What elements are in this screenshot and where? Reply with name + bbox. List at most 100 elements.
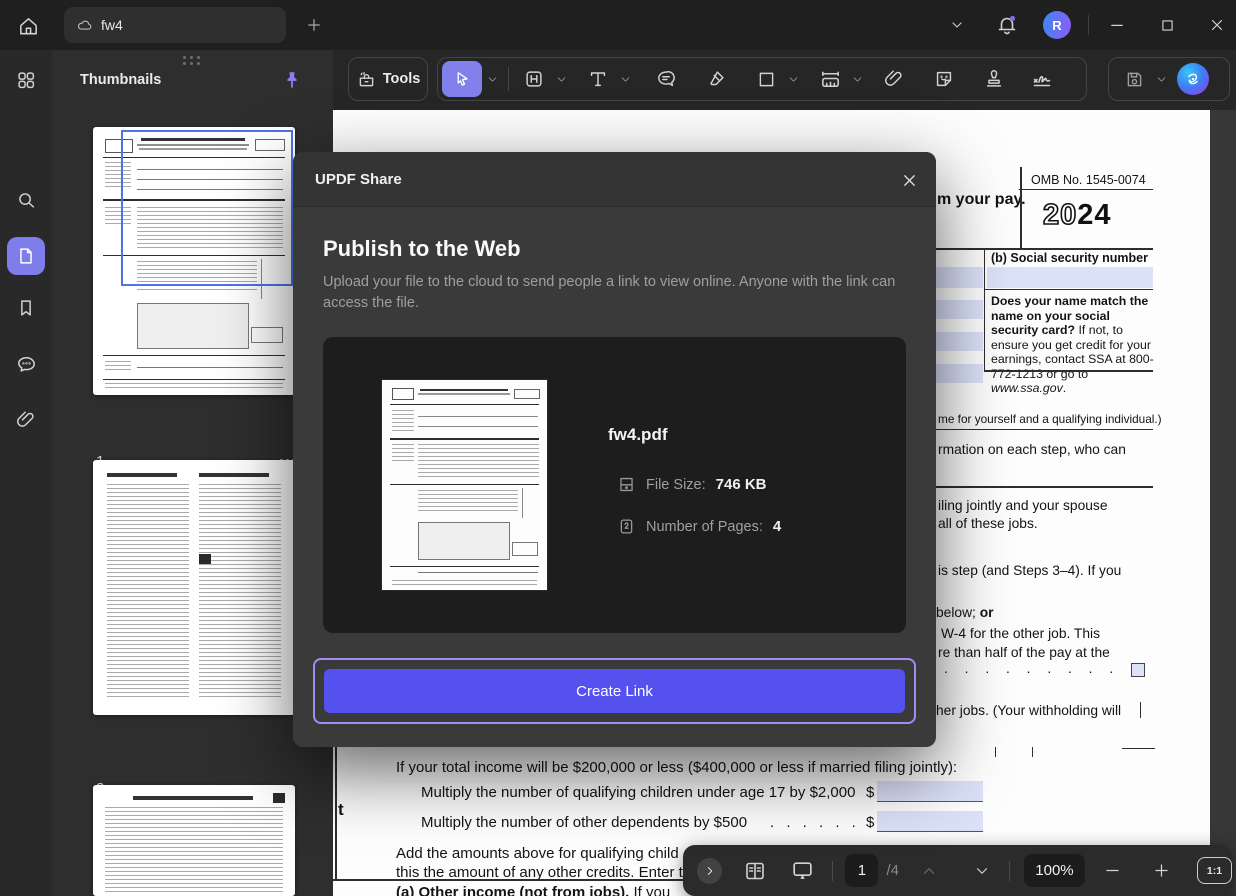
zoom-out-button[interactable] [1099, 858, 1126, 884]
page-thumbnail-3[interactable] [93, 785, 295, 896]
square-icon [756, 69, 777, 90]
left-rail [0, 50, 52, 896]
page-thumbnail-2[interactable] [93, 460, 295, 715]
select-tool-button[interactable] [442, 61, 482, 97]
save-dropdown[interactable] [1153, 62, 1169, 96]
thumbnail-sketch [93, 785, 295, 896]
dialog-close-button[interactable] [895, 166, 923, 194]
toolbar-divider [508, 67, 509, 91]
ai-icon [1183, 69, 1203, 89]
form-field[interactable] [936, 267, 983, 288]
pdf-text-fragment: below; or [936, 605, 994, 620]
stamp-icon [983, 68, 1005, 90]
comment-tool-button[interactable] [649, 62, 683, 96]
form-checkbox[interactable] [1131, 663, 1145, 677]
comments-panel-button[interactable] [7, 345, 45, 383]
next-page-button[interactable] [968, 858, 995, 884]
text-tool-button[interactable] [581, 62, 615, 96]
pin-panel-button[interactable] [278, 66, 306, 94]
page-thumbnail-1[interactable] [93, 127, 295, 395]
search-button[interactable] [7, 181, 45, 219]
thumbnails-panel: Thumbnails [52, 50, 333, 896]
grid-menu-button[interactable] [7, 61, 45, 99]
save-button[interactable] [1117, 62, 1151, 96]
form-field[interactable] [987, 267, 1153, 288]
form-field[interactable] [877, 781, 983, 802]
form-line [1140, 702, 1141, 718]
h-square-icon [523, 68, 545, 90]
current-page: 1 [858, 862, 866, 879]
file-card: fw4.pdf File Size: 746 KB Number of Page… [323, 337, 906, 633]
year-outline: 20 [1043, 199, 1077, 231]
form-field[interactable] [877, 811, 983, 832]
collapse-bar-button[interactable] [697, 858, 722, 884]
pdf-text-fragment: W-4 for the other job. This [941, 626, 1100, 641]
file-name: fw4.pdf [608, 425, 668, 445]
drive-icon [617, 475, 636, 494]
select-tool-dropdown[interactable] [484, 62, 500, 96]
create-link-label: Create Link [576, 683, 653, 700]
dollar-sign: $ [866, 784, 874, 801]
sticker-tool-button[interactable] [927, 62, 961, 96]
minimize-button[interactable] [1103, 12, 1131, 38]
home-button[interactable] [12, 10, 44, 42]
cursor-icon [452, 69, 472, 89]
zoom-in-button[interactable] [1148, 858, 1175, 884]
highlight-tool-button[interactable] [699, 62, 733, 96]
attachments-panel-button[interactable] [7, 401, 45, 439]
actual-size-button[interactable]: 1:1 [1197, 857, 1232, 884]
form-field[interactable] [936, 300, 983, 319]
pdf-text-fragment: re than half of the pay at the [938, 645, 1110, 660]
page-number-input[interactable]: 1 [845, 854, 878, 887]
chevron-down-icon [1155, 73, 1168, 86]
create-link-button[interactable]: Create Link [324, 669, 905, 713]
text-tool-dropdown[interactable] [617, 62, 633, 96]
previous-page-button[interactable] [915, 858, 942, 884]
ai-assistant-button[interactable] [1177, 63, 1209, 95]
actual-size-label: 1:1 [1207, 865, 1222, 877]
zoom-level-display[interactable]: 100% [1024, 854, 1084, 887]
document-tab[interactable]: fw4 [64, 7, 286, 43]
file-preview-thumbnail [382, 380, 547, 590]
panel-drag-handle[interactable] [183, 56, 205, 64]
tool-group [437, 57, 1087, 101]
file-size-row: File Size: 746 KB [617, 475, 767, 494]
form-field[interactable] [936, 364, 983, 383]
h-tool-button[interactable] [517, 62, 551, 96]
stamp-tool-button[interactable] [977, 62, 1011, 96]
form-field[interactable] [936, 332, 983, 351]
tools-button[interactable]: Tools [348, 57, 428, 101]
chevron-down-icon [787, 73, 800, 86]
tab-list-dropdown[interactable] [944, 13, 970, 37]
signature-icon [1030, 67, 1054, 91]
measure-tool-dropdown[interactable] [849, 62, 865, 96]
omb-number: OMB No. 1545-0074 [1031, 173, 1146, 187]
ruler-icon [819, 68, 842, 91]
thumbnails-panel-button[interactable] [7, 237, 45, 275]
bookmarks-button[interactable] [7, 289, 45, 327]
file-size-value: 746 KB [716, 476, 767, 493]
presentation-button[interactable] [787, 856, 818, 886]
reading-mode-button[interactable] [740, 856, 769, 886]
account-avatar[interactable]: R [1043, 11, 1071, 39]
attachment-tool-button[interactable] [877, 62, 911, 96]
ssn-note-link: www.ssa.gov [991, 381, 1063, 395]
signature-tool-button[interactable] [1025, 62, 1059, 96]
maximize-button[interactable] [1153, 12, 1181, 38]
share-dialog: UPDF Share Publish to the Web Upload you… [293, 152, 936, 747]
page-icon [15, 245, 37, 267]
notifications-button[interactable] [992, 10, 1022, 40]
shape-tool-button[interactable] [749, 62, 783, 96]
new-tab-button[interactable] [300, 11, 328, 39]
shape-tool-dropdown[interactable] [785, 62, 801, 96]
avatar-initial: R [1052, 18, 1061, 33]
h-tool-dropdown[interactable] [553, 62, 569, 96]
close-window-button[interactable] [1203, 12, 1231, 38]
measure-tool-button[interactable] [813, 62, 847, 96]
pdf-text-fragment: all of these jobs. [938, 516, 1038, 531]
page-count-label: Number of Pages: [646, 519, 763, 535]
page-count-icon [617, 517, 636, 536]
tools-label: Tools [383, 71, 421, 87]
publish-description: Upload your file to the cloud to send pe… [323, 272, 898, 313]
chevron-down-icon [555, 73, 568, 86]
